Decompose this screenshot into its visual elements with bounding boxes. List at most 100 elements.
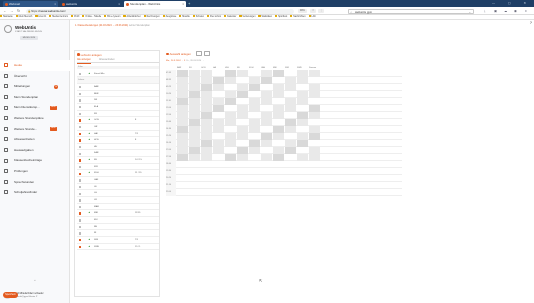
checkbox[interactable] bbox=[79, 139, 82, 142]
checkbox[interactable] bbox=[79, 99, 82, 102]
timetable-cell[interactable] bbox=[297, 98, 309, 105]
timetable-cell[interactable] bbox=[285, 119, 297, 126]
timetable-cell[interactable] bbox=[309, 84, 321, 91]
timetable-cell[interactable] bbox=[177, 126, 189, 133]
timetable-cell[interactable] bbox=[201, 112, 213, 119]
timetable-cell[interactable] bbox=[249, 77, 261, 84]
timetable-cell[interactable] bbox=[201, 119, 213, 126]
timetable-cell[interactable] bbox=[189, 119, 201, 126]
timetable-cell[interactable] bbox=[189, 140, 201, 147]
timetable-cell[interactable] bbox=[249, 84, 261, 91]
checkbox[interactable] bbox=[79, 119, 82, 122]
timetable-cell[interactable] bbox=[201, 126, 213, 133]
list-item[interactable]: ▲ SIM 7/1 bbox=[77, 237, 159, 244]
timetable-cell[interactable] bbox=[297, 70, 309, 77]
timetable-cell[interactable] bbox=[249, 126, 261, 133]
timetable-cell[interactable] bbox=[177, 140, 189, 147]
list-item[interactable]: ▲ KE 14 / 15 bbox=[77, 157, 159, 164]
timetable-cell[interactable] bbox=[285, 84, 297, 91]
timetable-cell[interactable] bbox=[201, 84, 213, 91]
timetable-cell[interactable] bbox=[261, 70, 273, 77]
timetable-cell[interactable] bbox=[273, 147, 285, 154]
timetable-cell[interactable] bbox=[237, 105, 249, 112]
zoom-badge[interactable]: 90% bbox=[298, 8, 307, 14]
list-item[interactable]: ▲ MEI 11/15 bbox=[77, 210, 159, 218]
chevron-down-icon[interactable]: ⌄ bbox=[469, 10, 471, 14]
panel-header[interactable]: Lehrerin anlegen bbox=[77, 53, 102, 57]
checkbox[interactable] bbox=[79, 192, 82, 195]
timetable-cell[interactable] bbox=[213, 119, 225, 126]
timetable-cell[interactable] bbox=[189, 70, 201, 77]
back-icon[interactable]: ← bbox=[3, 9, 7, 14]
timetable-cell[interactable] bbox=[189, 154, 201, 161]
timetable-cell[interactable] bbox=[177, 154, 189, 161]
timetable-cell[interactable] bbox=[225, 91, 237, 98]
timetable-cell[interactable] bbox=[225, 98, 237, 105]
timetable-cell[interactable] bbox=[297, 91, 309, 98]
url-input[interactable]: 🔒 https://neusa.webuntis.com/ bbox=[26, 8, 294, 14]
checkbox[interactable] bbox=[79, 225, 82, 229]
timetable-cell[interactable] bbox=[237, 84, 249, 91]
checkbox[interactable] bbox=[79, 92, 82, 96]
timetable-cell[interactable] bbox=[249, 147, 261, 154]
checkbox[interactable] bbox=[79, 72, 82, 76]
bookmark-star-icon[interactable]: ☆ bbox=[310, 8, 317, 14]
timetable-cell[interactable] bbox=[177, 105, 189, 112]
timetable-cell[interactable] bbox=[237, 133, 249, 140]
timetable-cell[interactable] bbox=[249, 140, 261, 147]
timetable-cell[interactable] bbox=[177, 84, 189, 91]
window-controls[interactable]: — ▢ ✕ bbox=[492, 0, 532, 7]
timetable-cell[interactable] bbox=[213, 98, 225, 105]
timetable-cell[interactable] bbox=[261, 112, 273, 119]
timetable-cell[interactable] bbox=[249, 105, 261, 112]
list-item[interactable]: LH bbox=[77, 190, 159, 198]
sidebar-item[interactable]: Schuljahresfinder bbox=[0, 187, 70, 198]
timetable-cell[interactable] bbox=[309, 112, 321, 119]
timetable-cell[interactable] bbox=[237, 70, 249, 77]
timetable-cell[interactable] bbox=[249, 98, 261, 105]
timetable-cell[interactable] bbox=[285, 140, 297, 147]
timetable-cell[interactable] bbox=[273, 70, 285, 77]
tab-absences[interactable]: Abwesenheiten bbox=[99, 59, 115, 63]
timetable-cell[interactable] bbox=[261, 154, 273, 161]
sidebar-item[interactable]: Sprechstunden bbox=[0, 177, 70, 188]
timetable-cell[interactable] bbox=[201, 140, 213, 147]
list-item[interactable]: ▲ HOS 8 bbox=[77, 137, 159, 144]
timetable-cell[interactable] bbox=[237, 91, 249, 98]
list-item[interactable]: ▲ GOS 8 bbox=[77, 117, 159, 124]
sidebar-item[interactable]: Hausaufgaben bbox=[0, 145, 70, 156]
reload-icon[interactable]: ↻ bbox=[17, 9, 20, 14]
timetable-cell[interactable] bbox=[189, 91, 201, 98]
sidebar-item[interactable]: Mein Stundenplan bbox=[0, 92, 70, 103]
timetable-cell[interactable] bbox=[309, 70, 321, 77]
timetable-cell[interactable] bbox=[261, 133, 273, 140]
timetable-cell[interactable] bbox=[177, 133, 189, 140]
list-item[interactable]: ▲ Kürzel Min bbox=[77, 71, 159, 78]
timetable-cell[interactable] bbox=[237, 126, 249, 133]
timetable-cell[interactable] bbox=[213, 84, 225, 91]
timetable-cell[interactable] bbox=[201, 91, 213, 98]
list-item[interactable]: ▲ KUH 11 / 15 bbox=[77, 170, 159, 178]
timetable-cell[interactable] bbox=[189, 84, 201, 91]
timetable-cell[interactable] bbox=[297, 112, 309, 119]
sidebar-item[interactable]: Klassenbucheinträge bbox=[0, 155, 70, 166]
timetable-cell[interactable] bbox=[285, 77, 297, 84]
breadcrumb[interactable]: 1. Klassenberatungen (24.03.2024 → 23.03… bbox=[75, 24, 150, 27]
timetable-cell[interactable] bbox=[225, 112, 237, 119]
timetable-cell[interactable] bbox=[177, 112, 189, 119]
timetable-cell[interactable] bbox=[201, 77, 213, 84]
checkbox[interactable] bbox=[79, 86, 82, 89]
checkbox[interactable] bbox=[79, 199, 82, 202]
list-item[interactable]: LE bbox=[77, 184, 159, 191]
sidebar-item[interactable]: Abwesenheiten bbox=[0, 134, 70, 145]
list-item[interactable]: RE bbox=[77, 224, 159, 231]
timetable-cell[interactable] bbox=[213, 77, 225, 84]
sidebar-item[interactable]: Übersicht bbox=[0, 71, 70, 82]
timetable-cell[interactable] bbox=[273, 112, 285, 119]
timetable-cell[interactable] bbox=[273, 126, 285, 133]
menu-icon[interactable]: ≡ bbox=[525, 9, 527, 14]
page-menu-icon[interactable]: ⋮ bbox=[318, 8, 325, 14]
timetable-cell[interactable] bbox=[297, 140, 309, 147]
timetable-cell[interactable] bbox=[201, 105, 213, 112]
timetable-cell[interactable] bbox=[189, 147, 201, 154]
